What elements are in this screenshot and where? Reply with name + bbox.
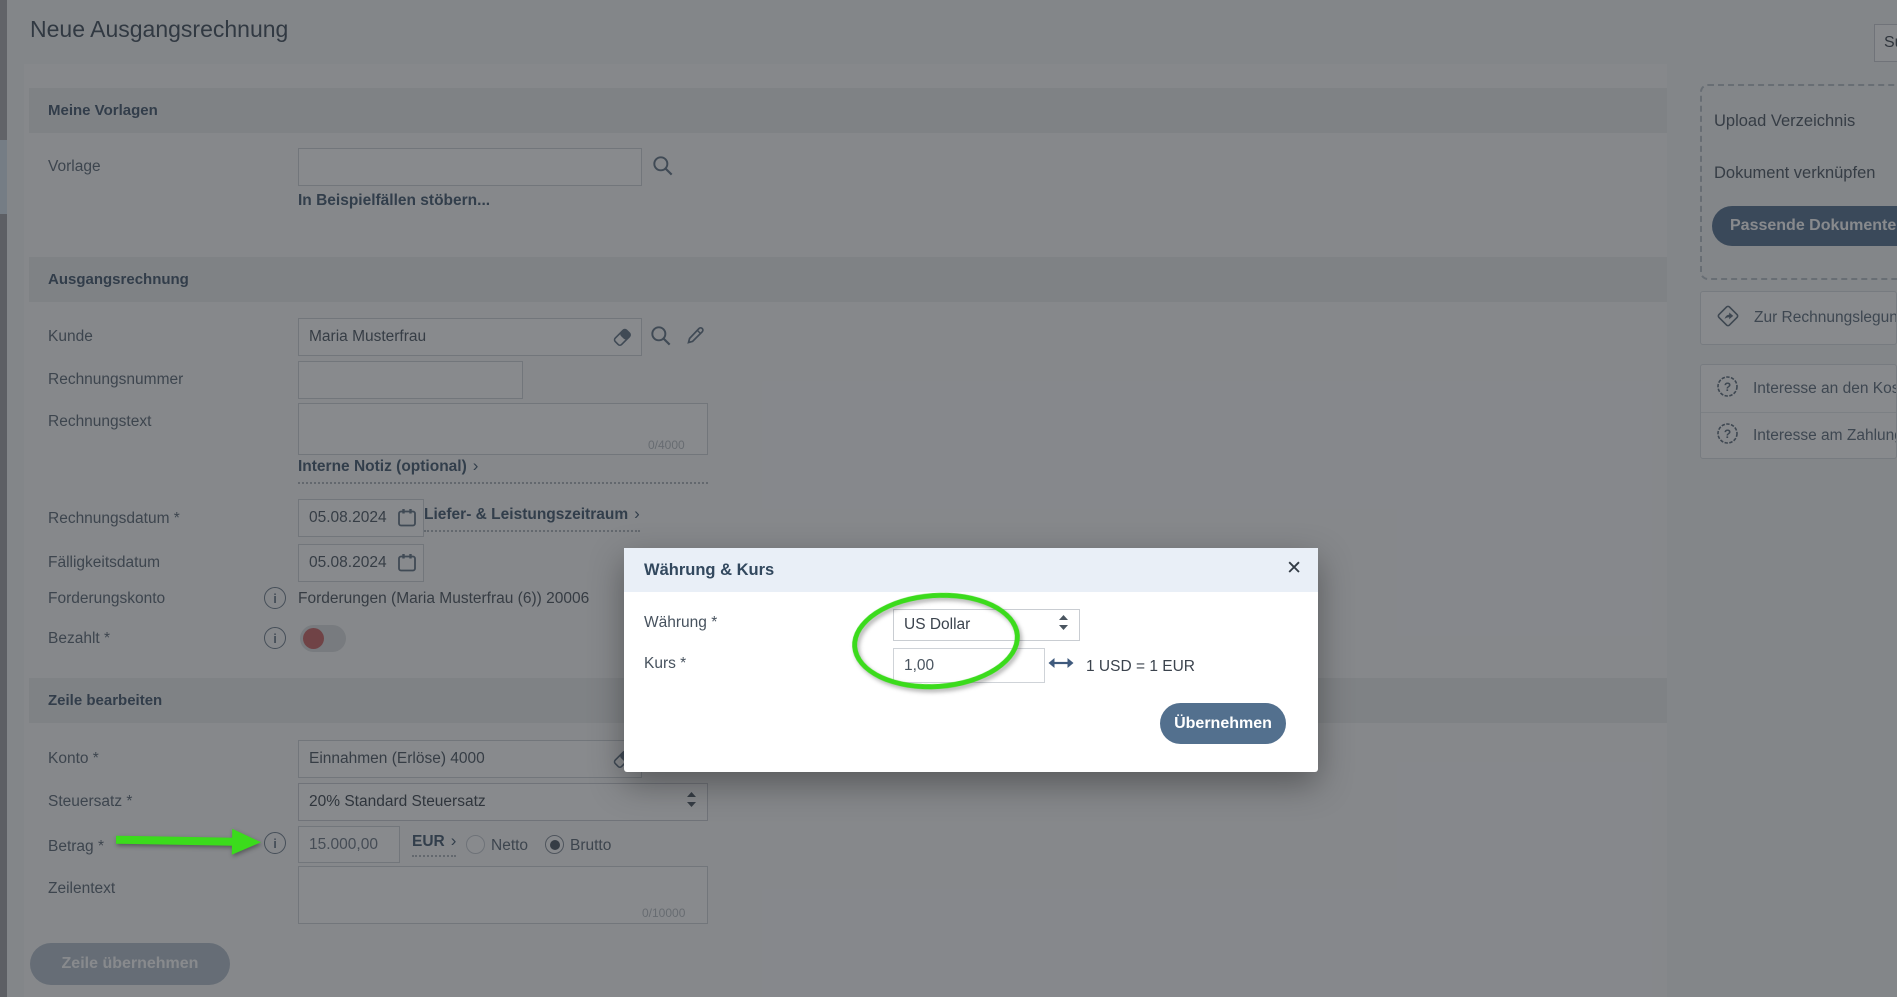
swap-direction-icon[interactable] bbox=[1048, 652, 1074, 679]
kurs-input[interactable] bbox=[893, 648, 1045, 683]
modal-title: Währung & Kurs bbox=[644, 561, 774, 580]
conversion-text: 1 USD = 1 EUR bbox=[1086, 658, 1195, 676]
modal-backdrop[interactable] bbox=[0, 0, 1897, 997]
close-icon[interactable]: ✕ bbox=[1286, 557, 1302, 580]
kurs-label: Kurs * bbox=[644, 655, 686, 673]
uebernehmen-button[interactable]: Übernehmen bbox=[1160, 703, 1286, 744]
updown-icon bbox=[1058, 614, 1069, 636]
waehrung-kurs-modal: Währung & Kurs ✕ Währung * US Dollar Kur… bbox=[624, 548, 1318, 772]
waehrung-select[interactable]: US Dollar bbox=[893, 609, 1080, 641]
waehrung-value: US Dollar bbox=[904, 616, 1058, 634]
waehrung-label: Währung * bbox=[644, 614, 717, 632]
modal-header: Währung & Kurs bbox=[624, 548, 1318, 592]
